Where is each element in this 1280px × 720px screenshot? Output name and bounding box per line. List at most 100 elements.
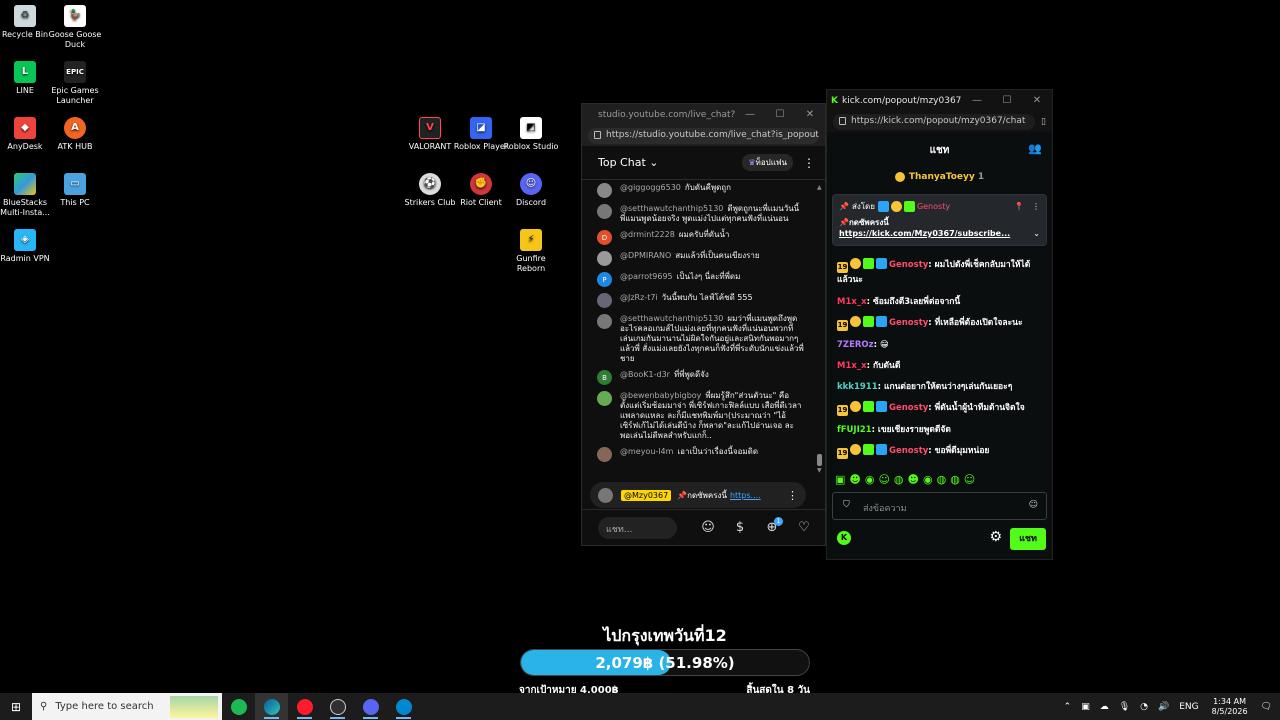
scroll-down-icon: ▼	[817, 467, 822, 474]
desktop-icon-gunfire-reborn[interactable]: ⚡ Gunfire Reborn	[503, 229, 559, 274]
emote-bar[interactable]: ▣☻◉☺◍☻◉◍◍☺	[835, 473, 979, 486]
minimize-button[interactable]: —	[735, 109, 765, 120]
pinned-message[interactable]: @Mzy0367 📌กดซัพครงนี้ https.... ⋮	[590, 482, 806, 508]
desktop-icon-recycle-bin[interactable]: ♻ Recycle Bin	[0, 5, 53, 40]
chat-username[interactable]: @JzRz-t7i	[620, 293, 658, 302]
taskbar-spotify[interactable]	[222, 693, 255, 720]
desktop-icon-valorant[interactable]: V VALORANT	[402, 117, 458, 152]
unpin-icon[interactable]: 📍	[1014, 202, 1024, 211]
maximize-button[interactable]: ☐	[992, 95, 1022, 106]
close-button[interactable]: ✕	[1022, 95, 1052, 106]
microphone-icon[interactable]: 🎙	[1119, 702, 1130, 712]
pinned-by-user[interactable]: Genosty	[917, 202, 1014, 211]
kick-username[interactable]: 7ZEROz	[837, 340, 874, 350]
volume-icon[interactable]: 🔊	[1158, 702, 1169, 712]
kick-username[interactable]: Genosty	[889, 403, 928, 413]
kick-pinned-message[interactable]: 📌 ส่งโดย Genosty 📍 ⋮ 📌กดซัพครงนี้ https:…	[832, 194, 1047, 246]
kick-username[interactable]: M1x_x	[837, 361, 867, 371]
heart-icon[interactable]: ♡	[793, 520, 815, 535]
chat-message: @bewenbabybigboy พี่ผมรู้สึก"ส่วนตัวนะ" ค…	[582, 388, 820, 444]
add-icon[interactable]: ⊕ 1	[761, 517, 783, 535]
chat-username[interactable]: @parrot9695	[620, 272, 673, 281]
kick-username[interactable]: fFUJI21	[837, 425, 872, 435]
pinned-more-icon[interactable]: ⋮	[787, 489, 798, 502]
chat-input[interactable]: แชท...	[598, 516, 677, 539]
close-button[interactable]: ✕	[795, 109, 825, 120]
pinned-link[interactable]: https....	[730, 491, 787, 500]
desktop-icon-atk-hub[interactable]: A ATK HUB	[47, 117, 103, 152]
youtube-scrollbar[interactable]: ▲ ▼	[817, 184, 822, 474]
emoji-icon[interactable]: ☺	[1029, 500, 1038, 510]
top-chat-dropdown[interactable]: Top Chat ⌄	[598, 156, 742, 169]
roblox-studio-icon: ◩	[520, 117, 542, 139]
kick-username[interactable]: kkk1911	[837, 382, 878, 392]
windows-start-icon[interactable]: ⊞	[0, 700, 32, 714]
chat-username[interactable]: @setthawutchanthip5130	[620, 204, 723, 213]
desktop-icon-line[interactable]: L LINE	[0, 61, 53, 96]
scroll-up-icon: ▲	[817, 184, 822, 191]
kick-chat-input[interactable]: ⛉ ส่งข้อความ ☺	[832, 492, 1047, 520]
emoji-icon[interactable]: ☺	[697, 520, 719, 535]
kick-url-field[interactable]: https://kick.com/popout/mzy0367/chat	[833, 113, 1036, 130]
super-chat-icon[interactable]: $	[729, 520, 751, 535]
wifi-icon[interactable]: ◔	[1140, 702, 1148, 712]
pin-more-icon[interactable]: ⋮	[1032, 202, 1040, 211]
discord-icon: ☺	[520, 173, 542, 195]
bluestacks-icon	[14, 173, 36, 195]
chat-username[interactable]: @BooK1-d3r	[620, 370, 670, 379]
taskbar-opera[interactable]	[288, 693, 321, 720]
network-icon[interactable]: ▣	[1081, 702, 1090, 712]
desktop-icon-this-pc[interactable]: ▭ This PC	[47, 173, 103, 208]
kick-username[interactable]: M1x_x	[837, 297, 867, 307]
kick-k-icon[interactable]: K	[837, 531, 851, 545]
taskbar-radmin[interactable]	[387, 693, 420, 720]
chat-username[interactable]: @setthawutchanthip5130	[620, 314, 723, 323]
users-icon[interactable]: 👥	[1028, 142, 1042, 155]
pinned-mention[interactable]: @Mzy0367	[621, 489, 672, 501]
onedrive-icon[interactable]: ☁	[1100, 702, 1109, 712]
scrollbar-thumb[interactable]	[817, 454, 822, 466]
taskbar-discord[interactable]	[354, 693, 387, 720]
kick-text: แกนต่อยากให้ดนว่างๆเล่นกันเยอะๆ	[883, 382, 1013, 392]
taskbar-search[interactable]: ⚲ Type here to search	[32, 693, 222, 720]
more-options-icon[interactable]: ⋮	[803, 156, 815, 170]
settings-icon[interactable]: ⚙	[989, 529, 1002, 545]
avatar	[597, 204, 612, 219]
desktop-icon-goose-goose-duck[interactable]: 🦆 Goose Goose Duck	[47, 5, 103, 50]
desktop-icon-roblox-player[interactable]: ◪ Roblox Player	[453, 117, 509, 152]
pinned-link[interactable]: https://kick.com/Mzy0367/subscribe...	[839, 229, 1033, 238]
top-gifter-count: 1	[977, 172, 985, 182]
desktop-icon-strikers-club[interactable]: ⚽ Strikers Club	[402, 173, 458, 208]
language-indicator[interactable]: ENG	[1179, 702, 1198, 712]
top-fan-button[interactable]: ♛ท็อปแฟน	[742, 154, 793, 171]
desktop-icon-epic-games[interactable]: EPIC Epic Games Launcher	[47, 61, 103, 106]
expand-chevron-icon[interactable]: ⌄	[1033, 229, 1040, 238]
reader-icon[interactable]: ▯	[1041, 117, 1046, 127]
chat-username[interactable]: @DPMIRANO	[620, 251, 671, 260]
chat-username[interactable]: @bewenbabybigboy	[620, 391, 701, 400]
desktop-icon-anydesk[interactable]: ◆ AnyDesk	[0, 117, 53, 152]
chevron-down-icon: ⌄	[649, 156, 659, 169]
chat-username[interactable]: @drmint2228	[620, 230, 675, 239]
chat-username[interactable]: @giggogg6530	[620, 183, 681, 192]
taskbar-edge[interactable]	[255, 693, 288, 720]
youtube-url-field[interactable]: https://studio.youtube.com/live_chat?is_…	[588, 127, 819, 144]
clock[interactable]: 1:34 AM 8/5/2026	[1212, 697, 1248, 717]
chevron-up-icon[interactable]: ⌃	[1064, 702, 1072, 712]
desktop-icon-radmin-vpn[interactable]: ◈ Radmin VPN	[0, 229, 53, 264]
avatar	[597, 447, 612, 462]
maximize-button[interactable]: ☐	[765, 109, 795, 120]
desktop-icon-roblox-studio[interactable]: ◩ Roblox Studio	[503, 117, 559, 152]
kick-username[interactable]: Genosty	[889, 260, 928, 270]
minimize-button[interactable]: —	[962, 95, 992, 106]
chat-username[interactable]: @meyou-l4m	[620, 447, 673, 456]
send-button[interactable]: แชท	[1010, 528, 1046, 550]
desktop-icon-bluestacks[interactable]: BlueStacks Multi-Insta...	[0, 173, 53, 218]
desktop-icon-discord[interactable]: ☺ Discord	[503, 173, 559, 208]
kick-username[interactable]: Genosty	[889, 446, 928, 456]
notification-icon[interactable]: 🗨	[1261, 702, 1272, 712]
taskbar-obs[interactable]	[321, 693, 354, 720]
kick-username[interactable]: Genosty	[889, 318, 928, 328]
top-gifter-name[interactable]: ThanyaToeyy	[909, 172, 975, 182]
desktop-icon-riot-client[interactable]: ✊ Riot Client	[453, 173, 509, 208]
